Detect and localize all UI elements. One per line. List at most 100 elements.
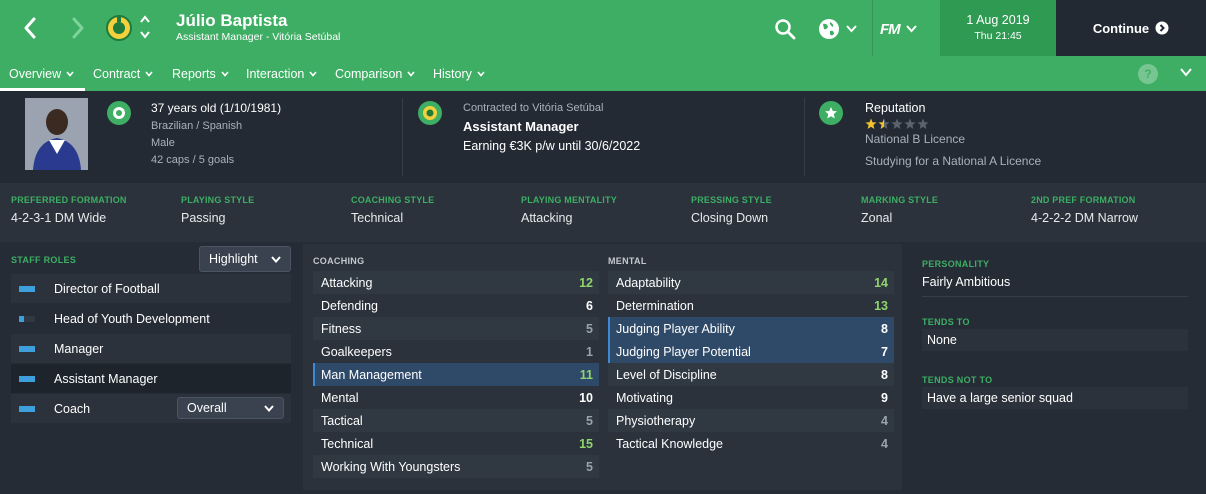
attribute-row[interactable]: Judging Player Ability 8 [608,317,894,340]
attribute-value: 1 [586,344,593,359]
search-icon[interactable] [774,18,796,40]
back-arrow-icon[interactable] [10,0,50,56]
attribute-row[interactable]: Technical 15 [313,432,599,455]
tactic-value: Closing Down [691,211,769,225]
attribute-row[interactable]: Tactical Knowledge 4 [608,432,894,455]
attribute-row[interactable]: Level of Discipline 8 [608,363,894,386]
tends-to-value: None [922,329,1188,351]
role-level-fill [19,405,35,412]
attribute-value: 11 [579,367,593,382]
attribute-row[interactable]: Adaptability 14 [608,271,894,294]
star-badge-icon [819,101,843,125]
role-level-fill [19,345,35,352]
staff-role-row[interactable]: Assistant Manager [11,364,291,393]
attribute-row[interactable]: Goalkeepers 1 [313,340,599,363]
staff-role-row[interactable]: Manager [11,334,291,363]
tactic-head: PREFERRED FORMATION [11,195,127,205]
attribute-label: Determination [616,298,694,313]
contract-label: Contracted to Vitória Setúbal [463,102,604,114]
coaching-title: COACHING [313,256,365,266]
attribute-label: Judging Player Ability [616,321,735,336]
attribute-label: Motivating [616,390,673,405]
club-crest-icon[interactable] [106,14,132,42]
tab-contract[interactable]: Contract [93,56,153,91]
tactic-head: PLAYING MENTALITY [521,195,617,205]
attribute-value: 7 [881,344,888,359]
tactic-preferred-formation: PREFERRED FORMATION 4-2-3-1 DM Wide [11,195,127,225]
game-time: Thu 21:45 [974,30,1022,42]
tactic-coaching-style: COACHING STYLE Technical [351,195,434,225]
nation-badge-icon [107,101,131,125]
forward-arrow-icon[interactable] [58,0,98,56]
chevron-down-icon [145,70,153,77]
tactic-value: Technical [351,211,404,225]
continue-label: Continue [1092,20,1150,36]
tends-not-title: TENDS NOT TO [922,375,993,385]
tactic-playing-style: PLAYING STYLE Passing [181,195,254,225]
chevron-down-icon [309,70,317,77]
divider [402,98,403,176]
tactic-value: 4-2-2-2 DM Narrow [1031,211,1138,225]
chevron-down-icon[interactable] [1180,68,1192,77]
tactic-head: 2ND PREF FORMATION [1031,195,1136,205]
personality-value: Fairly Ambitious [922,275,1011,289]
tactic-head: PRESSING STYLE [691,195,772,205]
tab-interaction[interactable]: Interaction [246,56,317,91]
attribute-label: Adaptability [616,275,681,290]
globe-menu[interactable] [818,17,864,41]
gender: Male [151,137,175,149]
role-level-bar [19,375,35,382]
tab-overview[interactable]: Overview [0,56,85,91]
continue-button[interactable]: Continue [1056,0,1206,56]
fm-menu[interactable]: FM [880,17,926,41]
attribute-row[interactable]: Mental 10 [313,386,599,409]
tab-comparison[interactable]: Comparison [335,56,415,91]
role-level-bar [19,405,35,412]
person-photo [25,98,88,170]
role-level-bar [19,315,35,322]
mental-title: MENTAL [608,256,647,266]
tactic-value: Passing [181,211,226,225]
date-box[interactable]: 1 Aug 2019 Thu 21:45 [940,0,1056,56]
tab-reports[interactable]: Reports [172,56,229,91]
tactic-head: MARKING STYLE [861,195,939,205]
role-level-fill [19,285,35,292]
attribute-row[interactable]: Defending 6 [313,294,599,317]
attribute-label: Mental [321,390,359,405]
attribute-row[interactable]: Determination 13 [608,294,894,317]
attribute-value: 8 [881,367,888,382]
staff-role-row[interactable]: Head of Youth Development [11,304,291,333]
staff-role-label: Assistant Manager [54,371,158,386]
staff-roles-title: STAFF ROLES [11,255,77,265]
attribute-value: 5 [586,413,593,428]
up-down-chevron-icon[interactable] [138,12,152,42]
tab-label: Comparison [335,66,403,81]
tactic-head: COACHING STYLE [351,195,435,205]
attribute-row[interactable]: Fitness 5 [313,317,599,340]
attribute-row[interactable]: Judging Player Potential 7 [608,340,894,363]
dropdown-label: Highlight [209,252,258,266]
attribute-value: 4 [881,413,888,428]
help-icon[interactable]: ? [1138,64,1158,84]
game-date: 1 Aug 2019 [966,13,1030,27]
attribute-row[interactable]: Attacking 12 [313,271,599,294]
person-role-club[interactable]: Assistant Manager - Vitória Setúbal [176,31,340,43]
attribute-row[interactable]: Physiotherapy 4 [608,409,894,432]
highlight-dropdown[interactable]: Highlight [199,246,291,272]
attribute-value: 8 [881,321,888,336]
licence: National B Licence [865,132,966,146]
attribute-row[interactable]: Man Management 11 [313,363,599,386]
attribute-row[interactable]: Working With Youngsters 5 [313,455,599,478]
attribute-value: 6 [586,298,593,313]
attribute-value: 15 [579,436,593,451]
attribute-row[interactable]: Tactical 5 [313,409,599,432]
coach-overall-dropdown[interactable]: Overall [177,397,284,419]
staff-role-label: Coach [54,401,91,416]
star-icon [917,118,929,129]
tab-history[interactable]: History [433,56,485,91]
staff-role-row[interactable]: Director of Football [11,274,291,303]
tab-bar: Overview Contract Reports Interaction Co… [0,56,1206,91]
attribute-value: 13 [874,298,888,313]
age: 37 years old (1/10/1981) [151,101,282,115]
attribute-row[interactable]: Motivating 9 [608,386,894,409]
